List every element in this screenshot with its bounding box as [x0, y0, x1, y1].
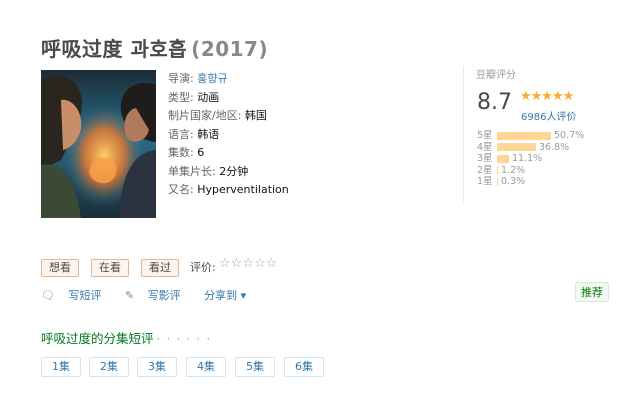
rating-bar-fill: [497, 166, 498, 175]
rate-label: 评价:: [190, 261, 216, 274]
episode-button-4[interactable]: 4集: [186, 357, 226, 377]
rating-bar-row: 2星 1.2%: [477, 165, 584, 177]
recommend-button[interactable]: 推荐: [575, 282, 609, 302]
pencil-icon: ✎: [124, 289, 135, 302]
info-language: 语言: 韩语: [168, 127, 220, 141]
rating-bar-star-label: 2星: [477, 164, 493, 176]
rating-stars-icon: ★★★★★: [520, 89, 574, 104]
info-aka: 又名: Hyperventilation: [168, 183, 289, 196]
info-genre: 类型: 动画: [168, 90, 220, 104]
rating-bar-row: 5星 50.7%: [477, 130, 584, 142]
episode-button-2[interactable]: 2集: [89, 357, 129, 377]
done-button[interactable]: 看过: [141, 259, 179, 277]
episode-comments-heading: 呼吸过度的分集短评 · · · · · ·: [41, 331, 212, 346]
rating-people-link[interactable]: 6986人评价: [521, 108, 576, 123]
rating-panel: 豆瓣评分 8.7 ★★★★★ 6986人评价 5星 50.7% 4星 36.8% 3星 1…: [463, 66, 626, 202]
rating-bar-percent: 1.2%: [501, 164, 526, 176]
rating-bar-percent: 0.3%: [501, 176, 526, 187]
info-country: 制片国家/地区: 韩国: [168, 109, 267, 122]
page-title: 呼吸过度 과호흡 (2017): [41, 33, 268, 62]
rating-bar-row: 3星 11.1%: [477, 153, 584, 165]
rating-bar-fill: [497, 154, 509, 163]
review-link[interactable]: ✎ 写影评: [125, 289, 191, 302]
movie-info: 导演: 홍향규 类型: 动画 制片国家/地区: 韩国 语言: 韩语 集数: 6 …: [168, 70, 289, 200]
title-text: 呼吸过度 과호흡: [41, 37, 188, 61]
rate-stars-input[interactable]: ☆☆☆☆☆: [219, 256, 277, 271]
rating-bar-percent: 36.8%: [539, 141, 570, 153]
poster-illustration: [41, 70, 156, 218]
share-link[interactable]: 分享到 ▾: [204, 289, 246, 302]
action-links: 🗨 写短评 ✎ 写影评 分享到 ▾: [41, 287, 256, 303]
short-review-link[interactable]: 🗨 写短评: [41, 289, 111, 302]
rating-bar-row: 1星 0.3%: [477, 176, 584, 188]
rating-bar-fill: [497, 177, 498, 186]
rating-bar-fill: [497, 131, 551, 140]
director-link[interactable]: 홍향규: [197, 72, 227, 85]
want-button[interactable]: 想看: [41, 259, 79, 277]
rating-bar-star-label: 5星: [477, 130, 493, 141]
episode-button-5[interactable]: 5集: [235, 357, 275, 377]
rating-bar-fill: [497, 143, 536, 152]
episode-button-1[interactable]: 1集: [41, 357, 81, 377]
title-year: (2017): [191, 37, 269, 61]
rating-bar-star-label: 1星: [477, 176, 493, 187]
rating-score: 8.7: [477, 90, 512, 115]
episode-button-3[interactable]: 3集: [137, 357, 177, 377]
rating-bar-percent: 50.7%: [554, 130, 585, 141]
rating-breakdown: 5星 50.7% 4星 36.8% 3星 11.1% 2星 1.2% 1星 0.3%: [477, 130, 584, 188]
poster-image[interactable]: [41, 70, 156, 218]
rating-bar-star-label: 3星: [477, 153, 493, 164]
rating-bar-row: 4星 36.8%: [477, 142, 584, 154]
speech-bubble-icon: 🗨: [41, 289, 55, 302]
doing-button[interactable]: 在看: [91, 259, 129, 277]
info-episodes: 集数: 6: [168, 146, 205, 159]
info-duration: 单集片长: 2分钟: [168, 164, 249, 178]
rating-bar-percent: 11.1%: [512, 153, 543, 164]
rating-label: 豆瓣评分: [476, 70, 516, 81]
episode-button-6[interactable]: 6集: [284, 357, 324, 377]
rating-bar-star-label: 4星: [477, 141, 493, 153]
info-director: 导演: 홍향규: [168, 72, 228, 85]
